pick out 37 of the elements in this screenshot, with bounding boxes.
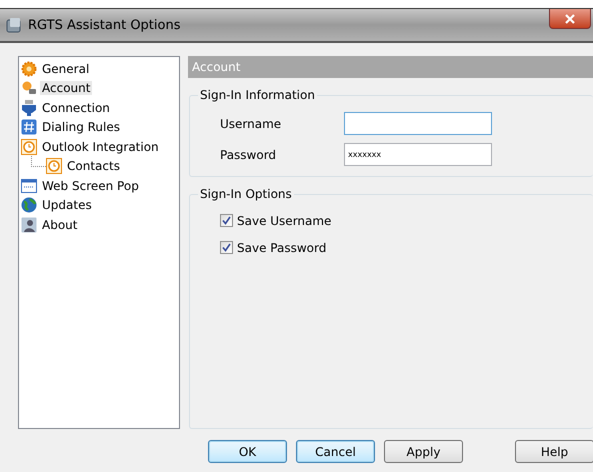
window-title: RGTS Assistant Options	[28, 18, 180, 32]
globe-icon	[21, 197, 37, 214]
tree-item[interactable]: Connection	[40, 100, 112, 115]
checkbox[interactable]	[220, 241, 233, 254]
checkbox-label: Save Password	[237, 240, 326, 254]
tree-item[interactable]: Dialing Rules	[40, 120, 122, 134]
tree-item[interactable]: Contacts	[65, 159, 122, 174]
close-button[interactable]	[549, 9, 591, 29]
username-field[interactable]	[344, 112, 492, 135]
tree-item[interactable]: About	[40, 218, 80, 232]
tree-item[interactable]: Updates	[40, 198, 94, 212]
field-label: Password	[220, 148, 278, 162]
browser-window-icon	[21, 178, 37, 194]
person-card-icon	[21, 216, 37, 233]
clock-icon	[46, 158, 62, 174]
tree-item[interactable]: Account	[40, 81, 92, 96]
key-icon	[21, 80, 37, 96]
help-button[interactable]: Help	[515, 440, 593, 463]
ok-button[interactable]: OK	[208, 440, 287, 463]
password-field[interactable]: xxxxxxx	[344, 143, 492, 166]
group-title: Sign-In Information	[199, 88, 316, 102]
apply-button[interactable]: Apply	[384, 440, 463, 463]
close-icon	[565, 14, 575, 24]
tree-item[interactable]: General	[40, 62, 92, 76]
window-icon	[6, 17, 22, 33]
gear-icon	[21, 60, 37, 77]
field-label: Username	[220, 116, 282, 130]
clock-icon	[21, 138, 37, 155]
tree-item[interactable]: Web Screen Pop	[40, 178, 141, 193]
cancel-button[interactable]: Cancel	[296, 440, 375, 463]
plug-icon	[21, 100, 37, 116]
tree-item[interactable]: Outlook Integration	[40, 140, 161, 154]
section-header: Account	[188, 56, 593, 78]
checkbox-label: Save Username	[237, 214, 332, 228]
checkbox[interactable]	[220, 214, 233, 227]
hash-icon	[21, 119, 37, 136]
group-title: Sign-In Options	[199, 187, 293, 201]
